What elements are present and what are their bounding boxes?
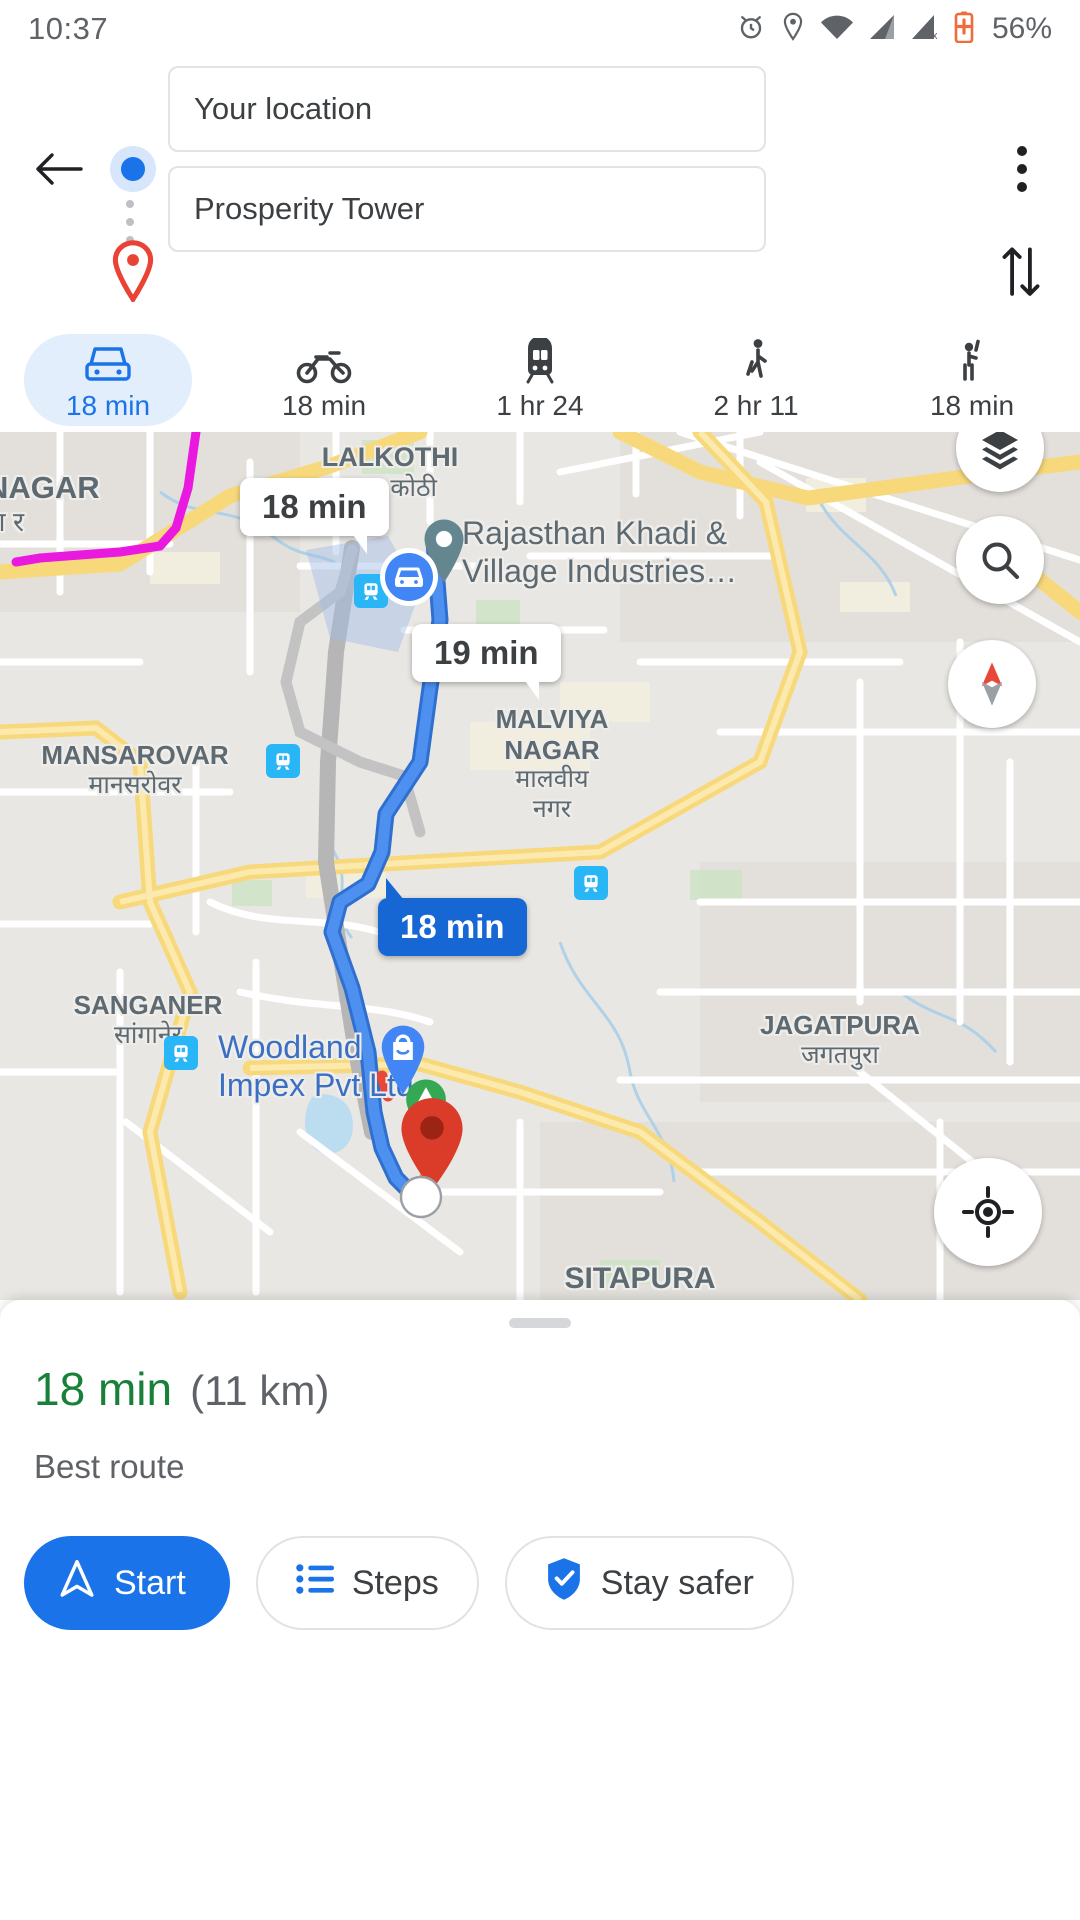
car-icon [82,342,134,384]
route-callout-selected[interactable]: 18 min [378,878,527,956]
tab-driving-label: 18 min [65,390,151,421]
tab-transit-label: 1 hr 24 [496,390,584,421]
overflow-menu-button[interactable] [992,138,1052,200]
wifi-icon [820,13,854,46]
tab-ride-label: 18 min [929,390,1015,421]
walk-icon [739,339,773,384]
tab-transit[interactable]: 1 hr 24 [432,338,648,426]
destination-input[interactable]: Prosperity Tower [168,166,766,252]
transit-station-icon[interactable] [266,744,300,778]
back-button[interactable] [30,140,88,198]
transit-station-icon[interactable] [164,1036,198,1070]
status-time: 10:37 [28,11,109,46]
map-canvas[interactable]: NAGAR ण र LALKOTHI लाल कोठी MALVIYA NAGA… [0,432,1080,1300]
stay-safer-button[interactable]: Stay safer [504,1536,794,1630]
route-callout-alt-2[interactable]: 19 min [412,624,561,700]
shield-check-icon [545,1557,583,1610]
map-compass-button[interactable] [948,640,1036,728]
travel-mode-tabs: 18 min 18 min 1 hr 24 2 hr 11 18 min [0,334,1080,432]
list-icon [296,1563,334,1604]
ride-hail-icon [954,339,990,384]
start-button-label: Start [114,1563,186,1602]
train-icon [520,338,560,384]
stay-safer-button-label: Stay safer [600,1563,754,1602]
route-connector-dots [126,200,134,244]
location-icon [780,12,806,47]
origin-white-dot[interactable] [398,1174,444,1220]
destination-pin-icon [108,240,158,307]
route-callout-alt-1[interactable]: 18 min [240,478,389,554]
tab-two-wheeler-label: 18 min [281,390,367,421]
map-recenter-button[interactable] [934,1158,1042,1266]
maps-directions-screen: 10:37 x 56% Your location Prosperity Tow… [0,0,1080,1920]
battery-charging-icon [954,11,974,48]
tab-walking-label: 2 hr 11 [713,390,799,421]
status-bar: 10:37 x 56% [0,0,1080,58]
directions-header: Your location Prosperity Tower [0,58,1080,370]
eta-summary: 18 min (11 km) [34,1362,329,1416]
map-vector-layer [0,432,1080,1300]
sheet-drag-handle[interactable] [509,1318,571,1328]
tab-two-wheeler[interactable]: 18 min [216,338,432,426]
swap-endpoints-button[interactable] [992,240,1050,302]
navigation-arrow-icon [58,1558,96,1609]
signal-no-sim-icon: x [910,13,940,46]
signal-icon [868,13,896,46]
steps-button-label: Steps [351,1563,439,1602]
car-circle-icon[interactable] [378,546,440,608]
route-actions: Start Steps Stay safer [24,1536,794,1630]
steps-button[interactable]: Steps [255,1536,479,1630]
alarm-icon [736,12,766,47]
origin-marker-icon [110,146,156,192]
tab-ride[interactable]: 18 min [864,338,1080,426]
origin-input[interactable]: Your location [168,66,766,152]
destination-value: Prosperity Tower [194,191,425,226]
origin-value: Your location [194,91,373,126]
tab-driving[interactable]: 18 min [0,334,216,426]
tab-walking[interactable]: 2 hr 11 [648,338,864,426]
eta-duration: 18 min [34,1363,173,1415]
battery-percent: 56% [991,12,1052,45]
start-button[interactable]: Start [24,1536,230,1630]
motorcycle-icon [296,342,352,384]
eta-distance: (11 km) [190,1367,330,1414]
route-quality-label: Best route [34,1448,185,1485]
route-bottom-sheet: 18 min (11 km) Best route Start Steps St… [0,1300,1080,1920]
map-search-button[interactable] [956,516,1044,604]
status-icons: x 56% [736,11,1052,48]
transit-station-icon[interactable] [574,866,608,900]
svg-text:x: x [932,30,938,41]
